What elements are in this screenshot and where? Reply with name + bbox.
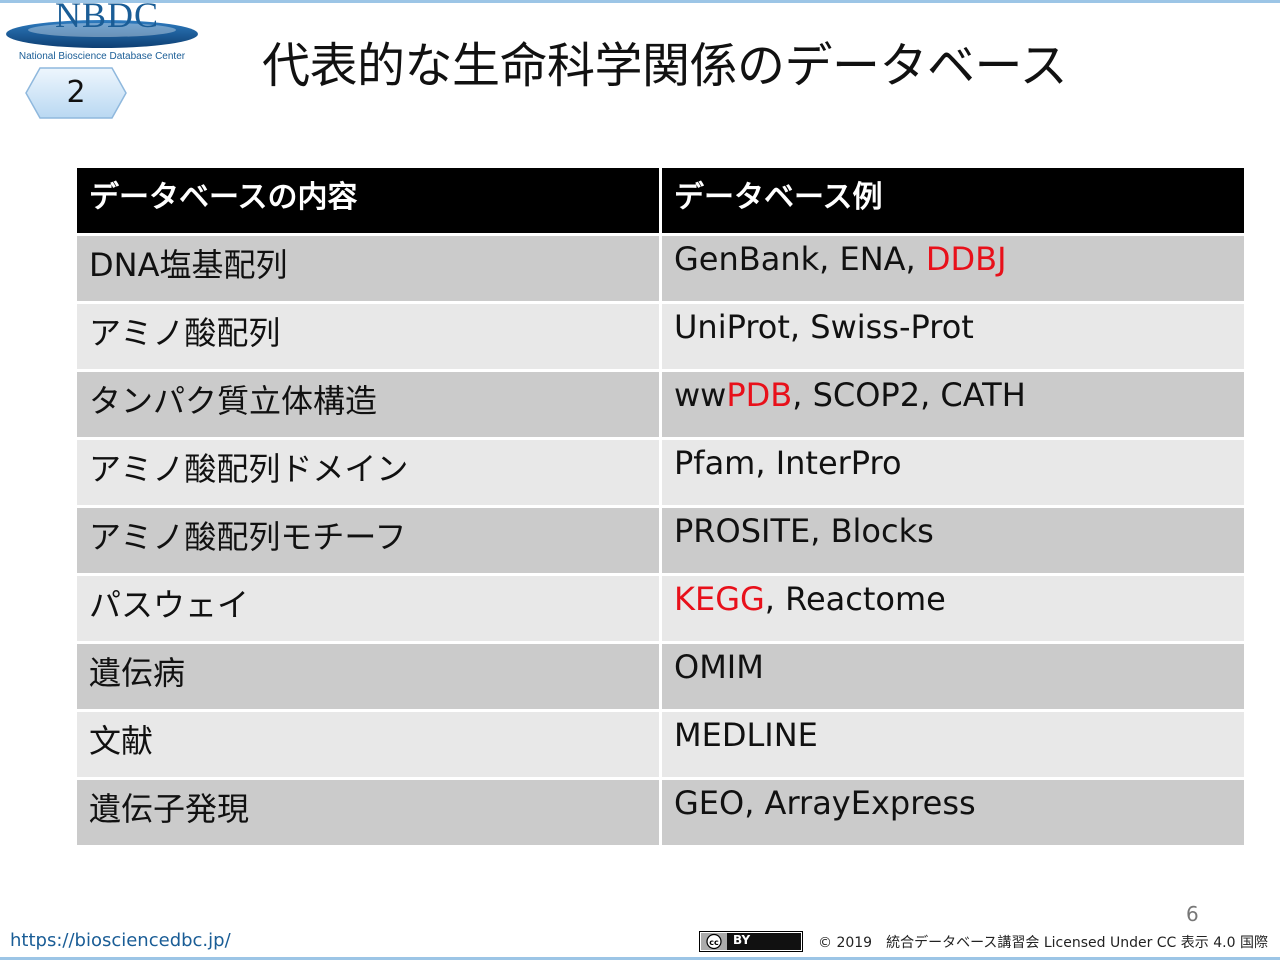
header-examples: データベース例: [662, 168, 1244, 233]
highlighted-db-name: KEGG: [674, 580, 765, 618]
table-header-row: データベースの内容 データベース例: [77, 168, 1244, 233]
db-name-text: OMIM: [674, 648, 764, 686]
cell-examples: GEO, ArrayExpress: [662, 780, 1244, 845]
cell-examples: wwPDB, SCOP2, CATH: [662, 372, 1244, 437]
svg-text:cc: cc: [709, 938, 719, 947]
cc-by-label: BY: [733, 933, 751, 947]
cell-content: アミノ酸配列: [77, 304, 659, 369]
footer-url-link[interactable]: https://biosciencedbc.jp/: [10, 930, 231, 951]
table-row: アミノ酸配列ドメイン Pfam, InterPro: [77, 440, 1244, 505]
table-row: DNA塩基配列 GenBank, ENA, DDBJ: [77, 236, 1244, 301]
table-row: アミノ酸配列モチーフ PROSITE, Blocks: [77, 508, 1244, 573]
page-number: 6: [1186, 902, 1199, 926]
section-badge: 2: [24, 66, 128, 120]
logo-subtitle: National Bioscience Database Center: [18, 51, 186, 62]
db-name-text: , Reactome: [764, 580, 946, 618]
table-row: 遺伝病 OMIM: [77, 644, 1244, 709]
database-table: データベースの内容 データベース例 DNA塩基配列 GenBank, ENA, D…: [74, 165, 1247, 848]
table-row: タンパク質立体構造 wwPDB, SCOP2, CATH: [77, 372, 1244, 437]
highlighted-db-name: PDB: [726, 376, 793, 414]
table-body: DNA塩基配列 GenBank, ENA, DDBJ アミノ酸配列 UniProt, …: [77, 236, 1244, 845]
cell-content: パスウェイ: [77, 576, 659, 641]
db-name-text: PROSITE, Blocks: [674, 512, 934, 550]
table-row: パスウェイ KEGG, Reactome: [77, 576, 1244, 641]
cell-content: 遺伝病: [77, 644, 659, 709]
logo-wordmark: NBDC: [54, 0, 160, 35]
cell-content: アミノ酸配列モチーフ: [77, 508, 659, 573]
cell-content: アミノ酸配列ドメイン: [77, 440, 659, 505]
table-row: 文献 MEDLINE: [77, 712, 1244, 777]
cell-examples: OMIM: [662, 644, 1244, 709]
db-name-text: UniProt, Swiss-Prot: [674, 308, 974, 346]
license-text: © 2019 統合データベース講習会 Licensed Under CC 表示 …: [818, 935, 1268, 951]
cell-examples: UniProt, Swiss-Prot: [662, 304, 1244, 369]
cell-examples: Pfam, InterPro: [662, 440, 1244, 505]
cell-content: タンパク質立体構造: [77, 372, 659, 437]
db-name-text: GenBank, ENA,: [674, 240, 926, 278]
db-name-text: Pfam, InterPro: [674, 444, 902, 482]
cc-license-icon: cc: [699, 931, 803, 952]
cell-content: 遺伝子発現: [77, 780, 659, 845]
slide-title: 代表的な生命科学関係のデータベース: [262, 38, 1068, 94]
nbdc-logo[interactable]: NBDC National Bioscience Database Center: [2, 0, 202, 70]
cell-examples: GenBank, ENA, DDBJ: [662, 236, 1244, 301]
db-name-text: MEDLINE: [674, 716, 818, 754]
cell-examples: MEDLINE: [662, 712, 1244, 777]
cell-examples: KEGG, Reactome: [662, 576, 1244, 641]
db-name-text: ww: [674, 376, 727, 414]
cell-examples: PROSITE, Blocks: [662, 508, 1244, 573]
highlighted-db-name: DDBJ: [925, 240, 1007, 278]
cc-by-badge[interactable]: cc BY: [699, 931, 803, 952]
cell-content: 文献: [77, 712, 659, 777]
db-name-text: GEO, ArrayExpress: [674, 784, 976, 822]
cell-content: DNA塩基配列: [77, 236, 659, 301]
db-name-text: , SCOP2, CATH: [792, 376, 1026, 414]
header-content: データベースの内容: [77, 168, 659, 233]
table-row: 遺伝子発現 GEO, ArrayExpress: [77, 780, 1244, 845]
table-row: アミノ酸配列 UniProt, Swiss-Prot: [77, 304, 1244, 369]
section-number: 2: [66, 75, 86, 110]
